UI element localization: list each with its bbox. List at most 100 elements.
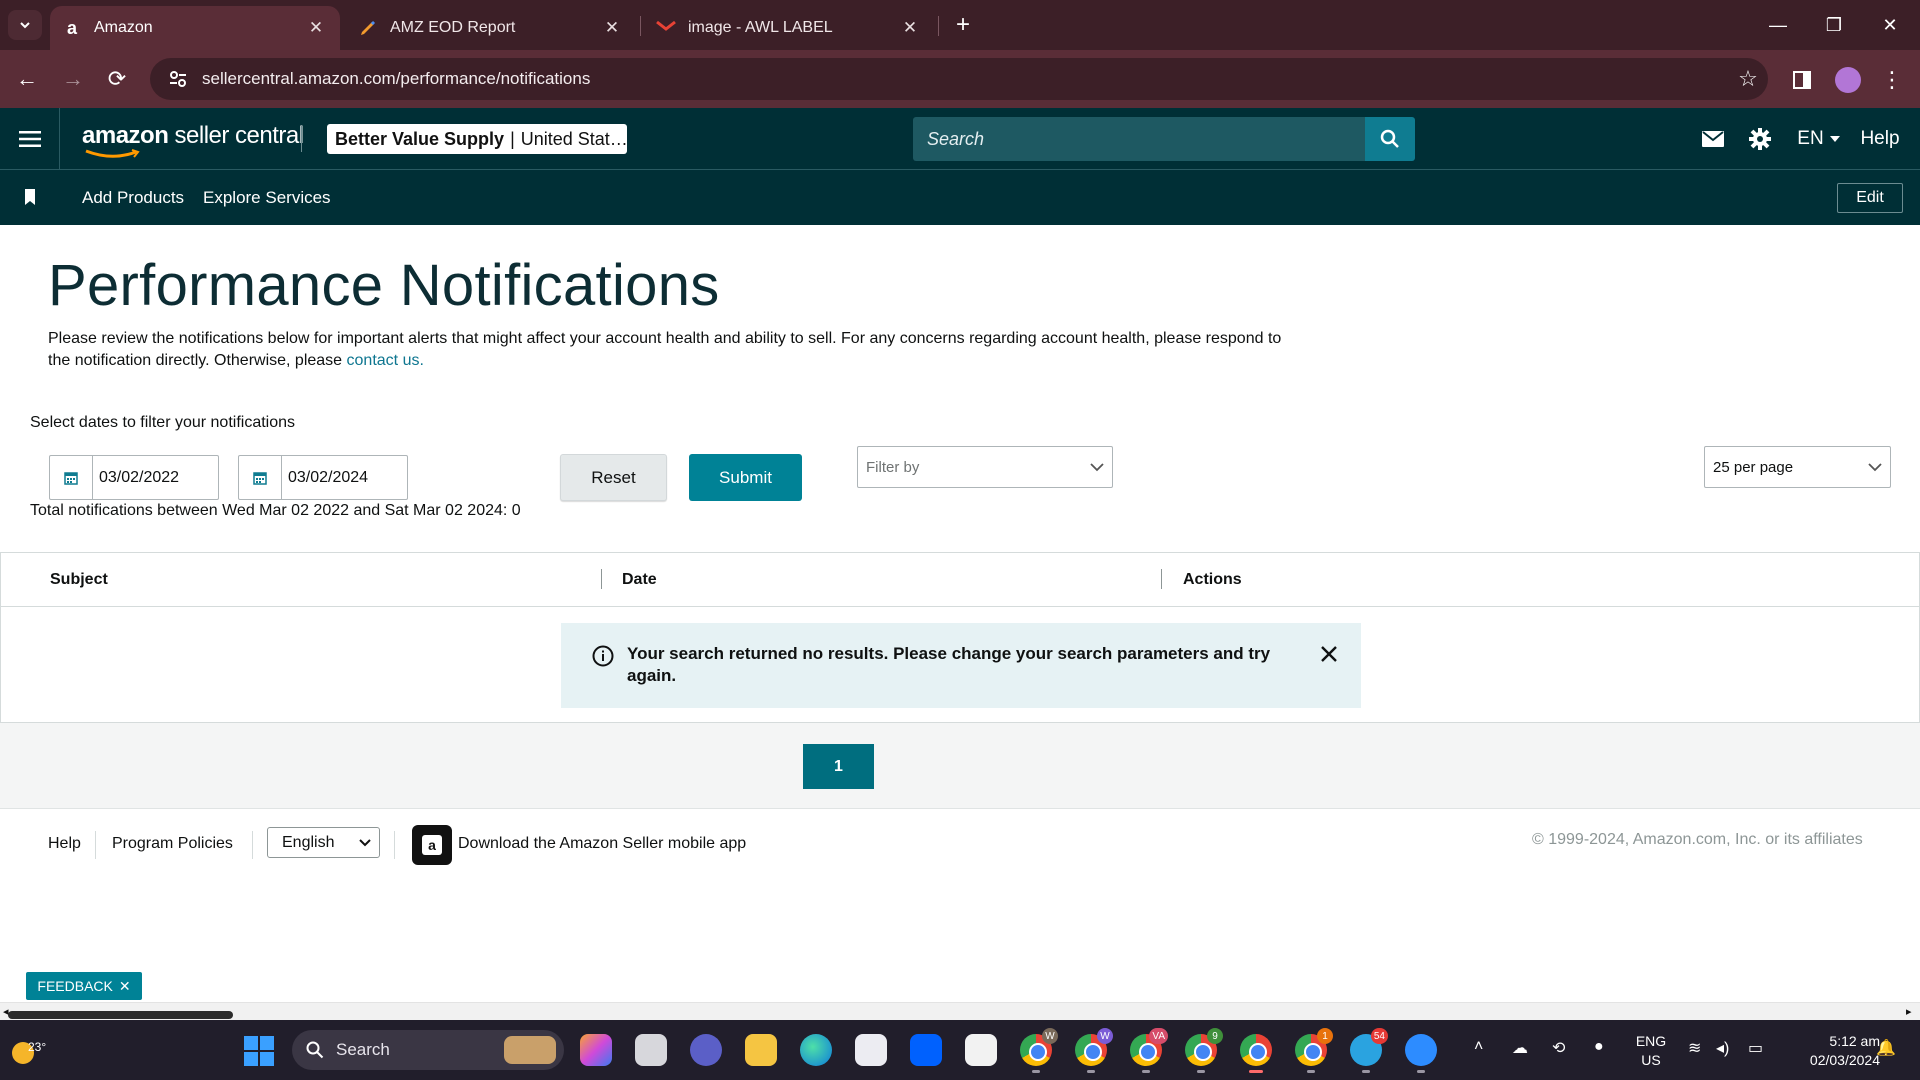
chevron-down-icon — [1868, 462, 1882, 471]
caret-down-icon — [1829, 136, 1840, 142]
submit-button[interactable]: Submit — [689, 454, 802, 501]
date-to-field[interactable]: 03/02/2024 — [238, 455, 408, 500]
task-view-icon[interactable] — [635, 1034, 667, 1066]
chrome-profile-1-icon[interactable]: 1 — [1295, 1028, 1333, 1073]
description-text: Please review the notifications below fo… — [48, 330, 1282, 369]
tab-image-awl-label[interactable]: image - AWL LABEL ✕ — [644, 6, 934, 50]
chrome-profile-va-icon[interactable]: VA — [1130, 1028, 1168, 1073]
minimize-icon[interactable]: — — [1750, 0, 1806, 50]
horizontal-scrollbar[interactable]: ◂ ▸ — [0, 1002, 1920, 1020]
browser-tab-bar: a Amazon ✕ AMZ EOD Report ✕ image - AWL … — [0, 0, 1920, 50]
chevron-up-icon[interactable]: ˄ — [1474, 1038, 1483, 1056]
page-button-current[interactable]: 1 — [803, 744, 874, 789]
amazon-seller-central-logo[interactable]: amazon seller central — [82, 122, 304, 158]
wifi-icon[interactable]: ≋ — [1688, 1038, 1701, 1058]
svg-text:a: a — [428, 837, 436, 853]
input-language[interactable]: ENG US — [1630, 1032, 1672, 1070]
calendar-icon[interactable] — [239, 456, 282, 499]
notification-bell-icon[interactable]: 🔔 — [1876, 1038, 1896, 1058]
language-selector[interactable]: EN — [1794, 124, 1844, 154]
zoom-icon[interactable] — [1405, 1034, 1437, 1073]
windows-start-icon[interactable] — [244, 1036, 274, 1066]
close-icon[interactable] — [1317, 645, 1341, 663]
sync-icon[interactable]: ⟲ — [1552, 1038, 1565, 1058]
store-selector[interactable]: Better Value Supply | United Stat… — [327, 124, 627, 154]
program-policies-link[interactable]: Program Policies — [112, 835, 233, 853]
nav-add-products[interactable]: Add Products — [82, 188, 184, 208]
language-label: EN — [1797, 128, 1824, 149]
date-from-field[interactable]: 03/02/2022 — [49, 455, 219, 500]
file-explorer-icon[interactable] — [745, 1034, 777, 1066]
profile-avatar[interactable] — [1832, 64, 1864, 96]
reload-icon[interactable]: ⟳ — [102, 64, 132, 94]
browser-menu-icon[interactable]: ⋮ — [1876, 64, 1908, 96]
filter-by-placeholder: Filter by — [866, 458, 920, 476]
volume-icon[interactable]: ◂) — [1716, 1038, 1729, 1058]
restore-icon[interactable]: ❐ — [1806, 0, 1862, 50]
filter-label: Select dates to filter your notification… — [30, 414, 296, 431]
tab-divider — [640, 16, 641, 36]
amazon-app-icon[interactable]: a — [412, 825, 452, 865]
hamburger-menu-icon[interactable] — [0, 108, 60, 169]
taskbar-search[interactable]: Search — [292, 1030, 564, 1070]
new-tab-plus-icon[interactable]: + — [948, 10, 978, 40]
pen-icon — [358, 18, 378, 38]
close-icon[interactable]: ✕ — [602, 18, 622, 38]
per-page-select[interactable]: 25 per page — [1704, 446, 1891, 488]
chrome-profile-w2-icon[interactable]: W — [1075, 1028, 1113, 1073]
copilot-app-icon[interactable] — [580, 1034, 612, 1066]
running-indicator — [1142, 1070, 1150, 1073]
bookmark-star-icon[interactable]: ☆ — [1728, 66, 1768, 92]
back-arrow-icon[interactable]: ← — [12, 64, 42, 94]
tab-search-button[interactable] — [8, 10, 42, 40]
tab-amazon[interactable]: a Amazon ✕ — [50, 6, 340, 50]
close-icon[interactable]: ✕ — [900, 18, 920, 38]
caret-down-icon — [359, 838, 371, 846]
weather-temperature: 23° — [28, 1040, 47, 1054]
footer-help-link[interactable]: Help — [48, 835, 81, 853]
nav-explore-services[interactable]: Explore Services — [203, 188, 331, 208]
system-clock[interactable]: 5:12 am 02/03/2024 — [1780, 1032, 1880, 1070]
edit-nav-button[interactable]: Edit — [1837, 183, 1903, 213]
chrome-active-icon[interactable] — [1240, 1034, 1272, 1073]
chrome-profile-9-icon[interactable]: 9 — [1185, 1028, 1223, 1073]
scroll-right-icon[interactable]: ▸ — [1906, 1005, 1912, 1018]
telegram-icon[interactable]: 54 — [1350, 1028, 1388, 1073]
footer-language-select[interactable]: English — [267, 827, 380, 858]
close-icon[interactable]: ✕ — [306, 18, 326, 38]
mail-icon[interactable] — [1700, 124, 1726, 154]
edge-browser-icon[interactable] — [800, 1034, 832, 1066]
chrome-profile-w-icon[interactable]: W — [1020, 1028, 1058, 1073]
microsoft-store-icon[interactable] — [855, 1034, 887, 1066]
weather-widget[interactable]: 23° — [10, 1030, 50, 1070]
gear-icon[interactable] — [1746, 124, 1774, 154]
reset-button[interactable]: Reset — [560, 454, 667, 501]
site-info-icon[interactable] — [158, 58, 198, 100]
microphone-icon[interactable]: ● — [1594, 1038, 1604, 1056]
dropbox-icon[interactable] — [910, 1034, 942, 1066]
help-link[interactable]: Help — [1860, 124, 1900, 154]
amazon-app-taskbar-icon[interactable] — [965, 1034, 997, 1066]
search-input[interactable]: Search — [913, 117, 1365, 161]
battery-icon[interactable]: ▭ — [1748, 1038, 1763, 1058]
url-bar[interactable]: sellercentral.amazon.com/performance/not… — [150, 58, 1768, 100]
side-panel-icon[interactable] — [1786, 64, 1818, 96]
search-button[interactable] — [1365, 117, 1415, 161]
scrollbar-thumb[interactable] — [8, 1011, 233, 1019]
calendar-icon[interactable] — [50, 456, 93, 499]
bookmark-icon[interactable] — [24, 189, 36, 210]
forward-arrow-icon[interactable]: → — [58, 64, 88, 94]
keyboard-region: US — [1641, 1052, 1661, 1068]
cloud-sync-error-icon[interactable]: ☁ — [1512, 1038, 1528, 1058]
window-close-icon[interactable]: ✕ — [1862, 0, 1918, 50]
close-icon[interactable]: ✕ — [119, 978, 131, 995]
column-header-subject[interactable]: Subject — [50, 571, 108, 589]
teams-chat-icon[interactable] — [690, 1034, 722, 1066]
feedback-button[interactable]: FEEDBACK ✕ — [26, 972, 142, 1000]
column-header-date[interactable]: Date — [622, 571, 657, 589]
filter-by-select[interactable]: Filter by — [857, 446, 1113, 488]
tab-amz-eod-report[interactable]: AMZ EOD Report ✕ — [346, 6, 636, 50]
date-from-value: 03/02/2022 — [99, 468, 180, 486]
download-app-link[interactable]: Download the Amazon Seller mobile app — [458, 835, 746, 853]
contact-us-link[interactable]: contact us. — [347, 352, 424, 369]
